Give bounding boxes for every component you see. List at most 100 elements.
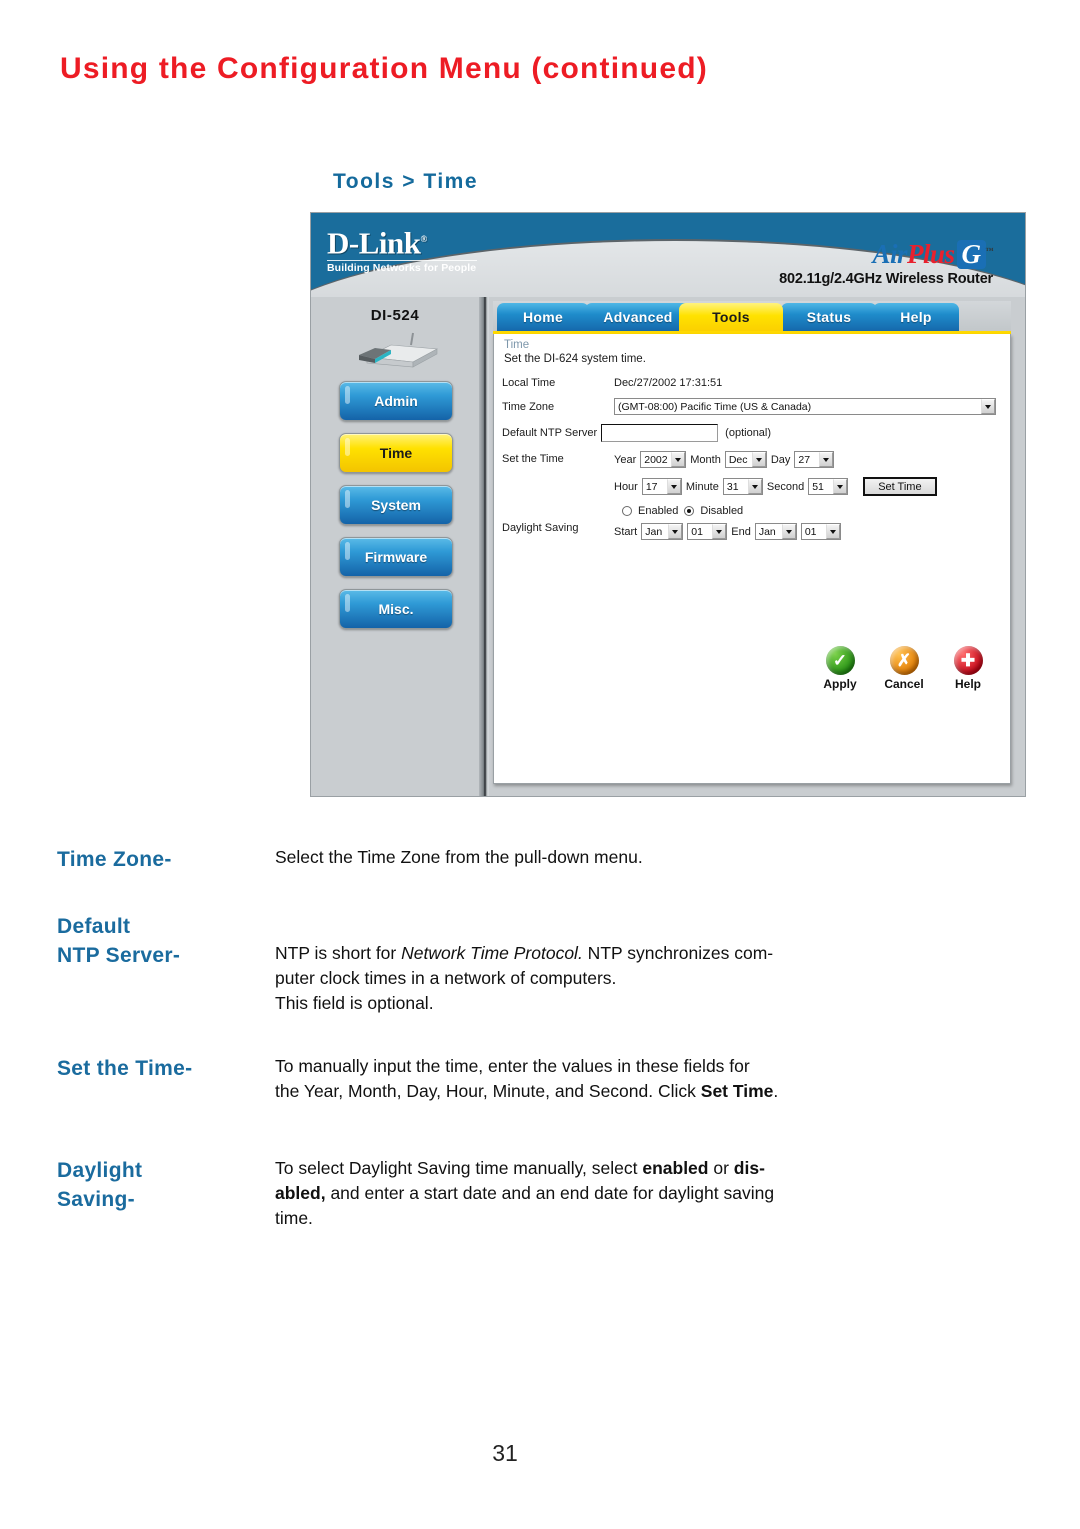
set-time-row: Set the Time Year 2002 Month Dec Day 27 … <box>502 451 1002 496</box>
trademark-mark: ™ <box>985 246 994 255</box>
year-select[interactable]: 2002 <box>640 451 687 468</box>
tab-home[interactable]: Home <box>497 303 589 331</box>
ntp-optional-note: (optional) <box>725 427 772 439</box>
minute-value: 31 <box>726 480 739 493</box>
body-settime-text-a: To manually input the time, enter the va… <box>275 1056 750 1076</box>
screenshot-header: D-Link® Building Networks for People Air… <box>311 213 1025 297</box>
body-ntp-server: NTP is short for Network Time Protocol. … <box>275 912 990 1016</box>
tab-help[interactable]: Help <box>873 303 959 331</box>
set-time-clock-line: Hour 17 Minute 31 Second 51 Set Time <box>614 477 937 496</box>
dlink-logo: D-Link® Building Networks for People <box>327 223 477 274</box>
content-section-title: Time <box>504 339 530 351</box>
description-item-time-zone: Time Zone- Select the Time Zone from the… <box>0 845 1080 874</box>
chevron-down-icon[interactable] <box>668 524 683 539</box>
body-daylight-bold-dis: dis- <box>733 1158 765 1178</box>
daylight-date-line: Start Jan 01 End Jan 01 <box>614 523 841 540</box>
term-saving-line: Saving- <box>57 1188 135 1211</box>
content-section-description: Set the DI-624 system time. <box>504 353 646 365</box>
radio-disabled[interactable] <box>684 506 695 516</box>
day-value: 27 <box>798 453 811 466</box>
body-settime-text-c: . <box>773 1081 779 1101</box>
action-buttons: ✓ Apply ✗ Cancel ✚ Help <box>816 646 992 691</box>
hour-label: Hour <box>614 480 638 493</box>
body-ntp-text-b: NTP synchronizes com- <box>582 943 774 963</box>
end-day-select[interactable]: 01 <box>800 523 841 540</box>
chevron-down-icon[interactable] <box>781 524 796 539</box>
router-ui-screenshot: D-Link® Building Networks for People Air… <box>310 212 1026 797</box>
chevron-down-icon[interactable] <box>825 524 840 539</box>
disabled-label: Disabled <box>700 505 744 517</box>
body-ntp-text-c: puter clock times in a network of comput… <box>275 968 617 988</box>
chevron-down-icon[interactable] <box>833 479 848 494</box>
end-month-value: Jan <box>758 525 776 538</box>
airplus-g-logo: AirPlus G ™ 802.11g/2.4GHz Wireless Router <box>779 237 993 287</box>
start-day-select[interactable]: 01 <box>687 523 728 540</box>
help-button[interactable]: ✚ Help <box>944 646 992 691</box>
sidebar-button-admin[interactable]: Admin <box>339 381 453 421</box>
body-ntp-text-a: NTP is short for <box>275 943 402 963</box>
start-month-select[interactable]: Jan <box>641 523 684 540</box>
apply-button[interactable]: ✓ Apply <box>816 646 864 691</box>
tab-advanced[interactable]: Advanced <box>585 303 691 331</box>
body-settime-bold: Set Time <box>700 1081 774 1101</box>
month-select[interactable]: Dec <box>724 451 767 468</box>
time-zone-label: Time Zone <box>502 400 555 413</box>
set-time-date-line: Year 2002 Month Dec Day 27 <box>614 451 937 468</box>
tab-tools[interactable]: Tools <box>679 303 783 331</box>
term-daylight-line: Daylight <box>57 1159 143 1182</box>
chevron-down-icon[interactable] <box>751 452 766 467</box>
month-label: Month <box>690 453 721 466</box>
year-label: Year <box>614 453 637 466</box>
body-time-zone-text: Select the Time Zone from the pull-down … <box>275 847 643 867</box>
sidebar-button-system[interactable]: System <box>339 485 453 525</box>
router-device-image <box>359 332 439 368</box>
minute-select[interactable]: 31 <box>722 478 763 495</box>
chevron-down-icon[interactable] <box>666 479 681 494</box>
ntp-server-label: Default NTP Server <box>502 427 598 439</box>
chevron-down-icon[interactable] <box>712 524 727 539</box>
vertical-divider <box>479 297 489 796</box>
time-zone-row: Time Zone (GMT-08:00) Pacific Time (US &… <box>502 398 1002 415</box>
end-month-select[interactable]: Jan <box>754 523 797 540</box>
sidebar-button-misc[interactable]: Misc. <box>339 589 453 629</box>
chevron-down-icon[interactable] <box>671 452 686 467</box>
radio-enabled[interactable] <box>622 506 632 516</box>
local-time-label: Local Time <box>502 377 556 389</box>
second-select[interactable]: 51 <box>808 478 849 495</box>
body-daylight-saving: To select Daylight Saving time manually,… <box>275 1156 990 1231</box>
cancel-button[interactable]: ✗ Cancel <box>880 646 928 691</box>
set-time-button[interactable]: Set Time <box>863 477 937 496</box>
chevron-down-icon[interactable] <box>747 479 762 494</box>
body-set-the-time: To manually input the time, enter the va… <box>275 1054 990 1104</box>
start-day-value: 01 <box>691 525 703 538</box>
description-item-daylight-saving: Daylight Saving- To select Daylight Savi… <box>0 1156 1080 1231</box>
airplus-g-badge: G <box>956 240 986 269</box>
sidebar-button-firmware[interactable]: Firmware <box>339 537 453 577</box>
sidebar-button-time[interactable]: Time <box>339 433 453 473</box>
term-default-ntp-server: Default NTP Server- <box>0 912 275 1016</box>
year-value: 2002 <box>644 453 668 466</box>
time-zone-select[interactable]: (GMT-08:00) Pacific Time (US & Canada) <box>614 398 996 415</box>
term-ntp-server-line: NTP Server- <box>57 944 181 967</box>
help-label: Help <box>954 677 981 691</box>
device-sidebar: DI-524 Admin Time System Firmware Misc. <box>311 297 479 796</box>
hour-select[interactable]: 17 <box>641 478 682 495</box>
tab-status[interactable]: Status <box>781 303 877 331</box>
body-daylight-text-b: or <box>708 1158 734 1178</box>
registered-mark: ® <box>420 234 427 244</box>
set-time-label: Set the Time <box>502 453 564 465</box>
ntp-server-input[interactable] <box>601 424 719 442</box>
description-item-ntp-server: Default NTP Server- NTP is short for Net… <box>0 912 1080 1016</box>
day-select[interactable]: 27 <box>794 451 835 468</box>
body-daylight-text-d: time. <box>275 1208 313 1228</box>
chevron-down-icon[interactable] <box>981 399 995 414</box>
chevron-down-icon[interactable] <box>819 452 834 467</box>
daylight-saving-label: Daylight Saving <box>502 522 579 534</box>
page-number: 31 <box>492 1440 518 1466</box>
product-subtitle: 802.11g/2.4GHz Wireless Router <box>779 271 993 287</box>
daylight-saving-controls: Enabled Disabled Start Jan 01 End Jan 01 <box>614 505 841 540</box>
dlink-tagline: Building Networks for People <box>327 260 477 275</box>
x-circle-icon: ✗ <box>889 646 919 675</box>
day-label: Day <box>770 453 791 466</box>
body-daylight-bold-abled: abled, <box>275 1183 326 1203</box>
